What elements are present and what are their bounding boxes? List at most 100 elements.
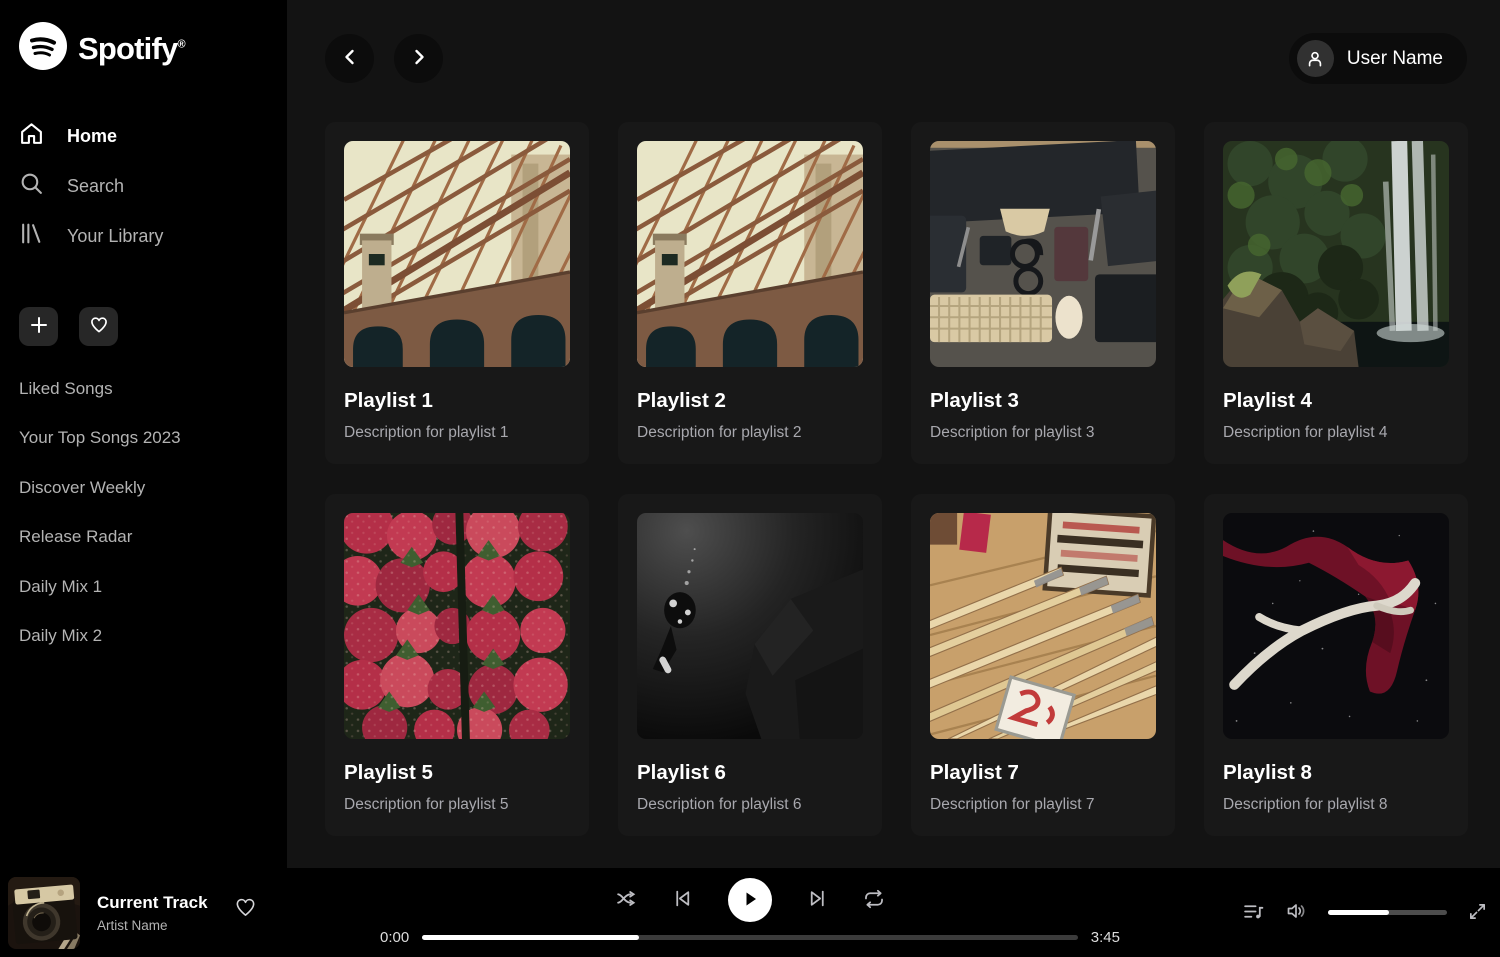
playlist-link-label: Daily Mix 1 [19, 577, 102, 597]
create-playlist-button[interactable] [19, 307, 58, 346]
elapsed-time: 0:00 [380, 929, 409, 946]
volume-slider[interactable] [1328, 910, 1447, 915]
next-icon [807, 888, 828, 912]
sidebar-item-home[interactable]: Home [19, 111, 268, 161]
liked-songs-button[interactable] [79, 307, 118, 346]
playlist-card-description: Description for playlist 1 [344, 424, 570, 442]
user-name-label: User Name [1347, 48, 1443, 70]
spotify-app: Spotify® Home Search [0, 0, 1500, 957]
playlist-card-title: Playlist 6 [637, 761, 863, 785]
playlist-card-description: Description for playlist 5 [344, 796, 570, 814]
player-right-controls [1243, 900, 1487, 925]
library-icon [19, 221, 44, 251]
playlist-3-cover-image [930, 141, 1156, 367]
progress-bar[interactable] [422, 935, 1078, 940]
playlist-link-label: Daily Mix 2 [19, 626, 102, 646]
track-title: Current Track [97, 893, 208, 913]
play-button[interactable] [728, 878, 772, 922]
queue-icon [1243, 901, 1264, 925]
playlist-card-title: Playlist 2 [637, 389, 863, 413]
fullscreen-button[interactable] [1468, 902, 1487, 924]
previous-track-button[interactable] [672, 888, 693, 912]
track-info: Current Track Artist Name [97, 893, 208, 933]
heart-icon [234, 907, 257, 922]
queue-button[interactable] [1243, 901, 1264, 925]
playlist-2-cover-image [637, 141, 863, 367]
sidebar-playlist-daily-mix-1[interactable]: Daily Mix 1 [19, 562, 268, 612]
playlist-card-description: Description for playlist 3 [930, 424, 1156, 442]
expand-icon [1468, 902, 1487, 924]
spotify-logo[interactable]: Spotify® [19, 22, 268, 75]
playlist-card-description: Description for playlist 7 [930, 796, 1156, 814]
playlist-card-title: Playlist 1 [344, 389, 570, 413]
sidebar-item-search[interactable]: Search [19, 161, 268, 211]
sidebar-item-library[interactable]: Your Library [19, 211, 268, 261]
playlist-card-8[interactable]: Playlist 8 Description for playlist 8 [1204, 494, 1468, 836]
play-icon [740, 889, 760, 912]
playlist-card-title: Playlist 8 [1223, 761, 1449, 785]
speaker-icon [1285, 900, 1307, 925]
volume-button[interactable] [1285, 900, 1307, 925]
playback-controls [616, 875, 885, 925]
chevron-right-icon [409, 47, 429, 70]
player-center: 0:00 3:45 [380, 875, 1120, 946]
playlist-5-cover-image [344, 513, 570, 739]
search-icon [19, 171, 44, 201]
playlist-1-cover-image [344, 141, 570, 367]
brand-wordmark: Spotify® [78, 31, 185, 67]
artist-name: Artist Name [97, 918, 208, 933]
sidebar-playlist-daily-mix-2[interactable]: Daily Mix 2 [19, 612, 268, 662]
album-art [8, 877, 80, 949]
previous-icon [672, 888, 693, 912]
user-menu-button[interactable]: User Name [1289, 33, 1467, 84]
player-bar: Current Track Artist Name [0, 868, 1500, 957]
repeat-icon [863, 888, 885, 913]
topbar: User Name [287, 0, 1500, 84]
playlist-card-6[interactable]: Playlist 6 Description for playlist 6 [618, 494, 882, 836]
next-track-button[interactable] [807, 888, 828, 912]
repeat-button[interactable] [863, 888, 885, 913]
progress-row: 0:00 3:45 [380, 929, 1120, 946]
playlist-card-description: Description for playlist 2 [637, 424, 863, 442]
sidebar-item-label: Your Library [67, 226, 163, 247]
sidebar-playlist-release-radar[interactable]: Release Radar [19, 513, 268, 563]
forward-button[interactable] [394, 34, 443, 83]
content-area: Spotify® Home Search [0, 0, 1500, 868]
playlist-card-3[interactable]: Playlist 3 Description for playlist 3 [911, 122, 1175, 464]
sidebar: Spotify® Home Search [0, 0, 287, 868]
spotify-logo-icon [19, 22, 67, 75]
playlist-8-cover-image [1223, 513, 1449, 739]
sidebar-playlist-discover-weekly[interactable]: Discover Weekly [19, 463, 268, 513]
like-track-button[interactable] [234, 896, 257, 922]
chevron-left-icon [340, 47, 360, 70]
playlist-7-cover-image [930, 513, 1156, 739]
now-playing-section: Current Track Artist Name [8, 877, 257, 949]
main-view: User Name Playlist 1 Description for pla… [287, 0, 1500, 868]
sidebar-actions [19, 307, 268, 346]
playlist-card-5[interactable]: Playlist 5 Description for playlist 5 [325, 494, 589, 836]
avatar [1297, 40, 1334, 77]
sidebar-playlist-liked-songs[interactable]: Liked Songs [19, 364, 268, 414]
playlist-card-title: Playlist 7 [930, 761, 1156, 785]
sidebar-playlist-top-songs[interactable]: Your Top Songs 2023 [19, 414, 268, 464]
playlist-6-cover-image [637, 513, 863, 739]
playlist-link-label: Release Radar [19, 527, 132, 547]
playlist-link-label: Discover Weekly [19, 478, 145, 498]
home-icon [19, 121, 44, 151]
playlist-card-4[interactable]: Playlist 4 Description for playlist 4 [1204, 122, 1468, 464]
shuffle-button[interactable] [616, 888, 637, 912]
playlist-grid: Playlist 1 Description for playlist 1 Pl… [287, 84, 1500, 836]
playlist-card-description: Description for playlist 8 [1223, 796, 1449, 814]
shuffle-icon [616, 888, 637, 912]
playlist-card-2[interactable]: Playlist 2 Description for playlist 2 [618, 122, 882, 464]
sidebar-item-label: Home [67, 126, 117, 147]
playlist-card-7[interactable]: Playlist 7 Description for playlist 7 [911, 494, 1175, 836]
playlist-link-label: Liked Songs [19, 379, 113, 399]
heart-icon [89, 315, 109, 338]
playlist-card-title: Playlist 5 [344, 761, 570, 785]
playlist-card-description: Description for playlist 4 [1223, 424, 1449, 442]
playlist-4-cover-image [1223, 141, 1449, 367]
playlist-card-description: Description for playlist 6 [637, 796, 863, 814]
playlist-card-1[interactable]: Playlist 1 Description for playlist 1 [325, 122, 589, 464]
back-button[interactable] [325, 34, 374, 83]
